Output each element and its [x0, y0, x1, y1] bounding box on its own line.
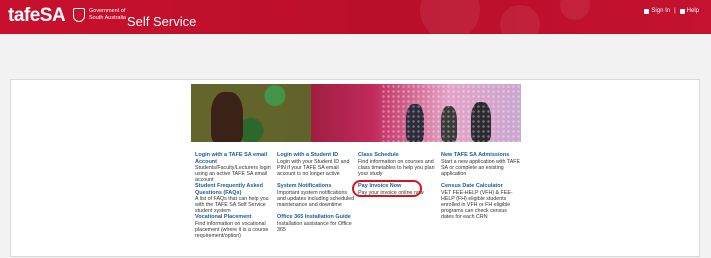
separator: |	[674, 8, 676, 14]
foliage-image	[191, 84, 311, 142]
sign-in-link[interactable]: Sign In	[644, 8, 670, 14]
lock-icon	[644, 8, 650, 14]
link-desc: Start a new application with TAFE SA or …	[441, 158, 521, 177]
student-figure	[211, 92, 243, 142]
link-desc: VET FEE-HELP (VFH) & FEE-HELP (FH) eligi…	[441, 189, 513, 221]
link-item-census-calculator[interactable]: Census Date Calculator VET FEE-HELP (VFH…	[441, 183, 521, 221]
link-desc: Login with your Student ID and PIN if yo…	[277, 158, 350, 177]
link-desc: Important system notifications and updat…	[277, 189, 355, 208]
link-desc: Find information on courses and class ti…	[358, 158, 435, 177]
tafesa-logo[interactable]: tafeSA	[8, 5, 66, 27]
dot-pattern	[381, 84, 521, 142]
link-item-vocational-placement[interactable]: Vocational Placement Find information on…	[195, 214, 275, 239]
top-header: tafeSA Government of South Australia Sel…	[0, 0, 711, 34]
hero-banner	[191, 84, 521, 142]
government-crest-icon	[73, 8, 85, 22]
app-title: Self Service	[127, 14, 197, 29]
help-link[interactable]: Help	[679, 8, 699, 14]
link-title[interactable]: Office 365 Installation Guide	[277, 214, 357, 221]
link-item-class-schedule[interactable]: Class Schedule Find information on cours…	[358, 152, 438, 177]
link-item-faqs[interactable]: Student Frequently Asked Questions (FAQs…	[195, 183, 275, 215]
link-desc: Installation assistance for Office 365	[277, 220, 352, 233]
pay-invoice-highlight-circle	[352, 180, 422, 197]
link-item-email-login[interactable]: Login with a TAFE SA email Account Stude…	[195, 152, 275, 184]
link-item-office365[interactable]: Office 365 Installation Guide Installati…	[277, 214, 357, 233]
help-label: Help	[686, 8, 699, 14]
top-links: Sign In | Help	[644, 8, 699, 14]
link-item-admissions[interactable]: New TAFE SA Admissions Start a new appli…	[441, 152, 521, 177]
link-title[interactable]: New TAFE SA Admissions	[441, 152, 521, 159]
link-desc: A list of FAQs that can help you with th…	[195, 196, 269, 215]
government-text: Government of South Australia	[89, 8, 126, 21]
link-title[interactable]: Login with a TAFE SA email Account	[195, 152, 275, 165]
link-desc: Students/Faculty/Lecturers login using a…	[195, 165, 271, 184]
link-item-notifications[interactable]: System Notifications Important system no…	[277, 183, 357, 208]
link-item-student-id-login[interactable]: Login with a Student ID Login with your …	[277, 152, 357, 177]
help-icon	[679, 8, 685, 14]
link-desc: Find information on vocational placement…	[195, 220, 269, 239]
sign-in-label: Sign In	[651, 8, 671, 14]
link-title[interactable]: Student Frequently Asked Questions (FAQs…	[195, 183, 275, 196]
